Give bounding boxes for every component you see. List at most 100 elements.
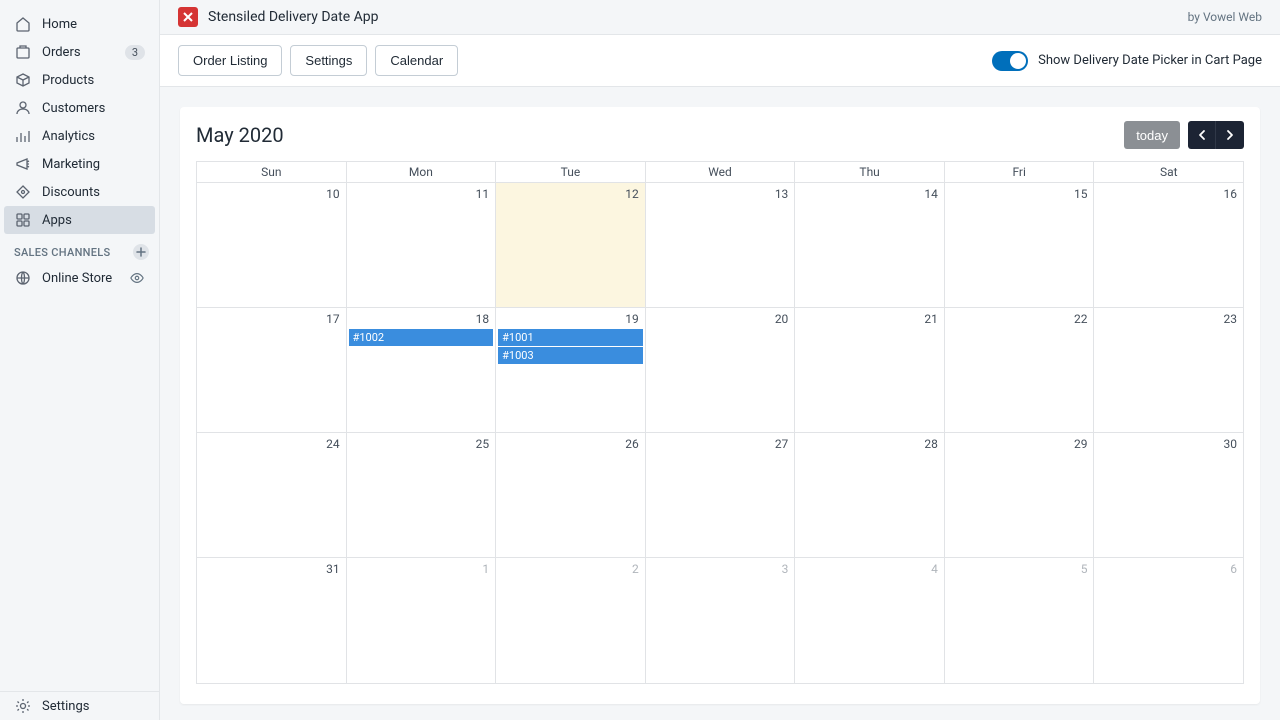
app-icon [178, 7, 198, 27]
sales-channels-label: SALES CHANNELS [14, 246, 111, 259]
store-icon [14, 269, 32, 287]
calendar-date: 1 [349, 560, 494, 578]
calendar-date: 21 [797, 310, 942, 328]
calendar-date: 26 [498, 435, 643, 453]
topbar: Stensiled Delivery Date App by Vowel Web [160, 0, 1280, 34]
calendar-date: 2 [498, 560, 643, 578]
calendar-date: 5 [947, 560, 1092, 578]
calendar-date: 6 [1096, 560, 1241, 578]
calendar-week: 10111213141516 [197, 183, 1243, 308]
calendar-cell[interactable]: 20 [646, 308, 796, 432]
prev-month-button[interactable] [1188, 121, 1216, 149]
analytics-icon [14, 127, 32, 145]
calendar-cell[interactable]: 21 [795, 308, 945, 432]
calendar-event[interactable]: #1003 [498, 347, 643, 364]
sidebar-item-marketing[interactable]: Marketing [4, 150, 155, 178]
add-channel-icon[interactable] [133, 244, 149, 260]
calendar-grid: SunMonTueWedThuFriSat 101112131415161718… [196, 161, 1244, 684]
calendar-cell[interactable]: 24 [197, 433, 347, 557]
calendar-cell[interactable]: 23 [1094, 308, 1243, 432]
delivery-date-toggle[interactable] [992, 51, 1028, 71]
calendar-date: 25 [349, 435, 494, 453]
products-icon [14, 71, 32, 89]
calendar-title: May 2020 [196, 123, 1124, 147]
calendar-cell[interactable]: 13 [646, 183, 796, 307]
sidebar-item-label: Products [42, 73, 145, 88]
sidebar-item-apps[interactable]: Apps [4, 206, 155, 234]
sidebar-item-discounts[interactable]: Discounts [4, 178, 155, 206]
sidebar-item-customers[interactable]: Customers [4, 94, 155, 122]
calendar-week: 1718#100219#1001#10032021 2223 [197, 308, 1243, 433]
calendar-cell[interactable]: 15 [945, 183, 1095, 307]
calendar-cell[interactable]: 28 [795, 433, 945, 557]
day-header-fri: Fri [945, 162, 1095, 182]
calendar-date: 16 [1096, 185, 1241, 203]
calendar-cell[interactable]: 22 [945, 308, 1095, 432]
calendar-week: 31123456 [197, 558, 1243, 683]
sidebar-item-label: Settings [42, 699, 145, 714]
calendar-cell[interactable]: 10 [197, 183, 347, 307]
calendar-cell[interactable]: 11 [347, 183, 497, 307]
next-month-button[interactable] [1216, 121, 1244, 149]
day-header-mon: Mon [347, 162, 497, 182]
orders-badge: 3 [125, 45, 145, 60]
calendar-cell[interactable]: 31 [197, 558, 347, 683]
calendar-button[interactable]: Calendar [375, 45, 458, 76]
sidebar-item-home[interactable]: Home [4, 10, 155, 38]
sidebar-item-products[interactable]: Products [4, 66, 155, 94]
calendar-cell[interactable]: 14 [795, 183, 945, 307]
marketing-icon [14, 155, 32, 173]
calendar-cell[interactable]: 17 [197, 308, 347, 432]
day-header-sat: Sat [1094, 162, 1243, 182]
sidebar-item-settings[interactable]: Settings [4, 692, 155, 720]
calendar-cell[interactable]: 5 [945, 558, 1095, 683]
calendar-date: 13 [648, 185, 793, 203]
today-button[interactable]: today [1124, 121, 1180, 149]
sidebar-item-analytics[interactable]: Analytics [4, 122, 155, 150]
sales-channels-header: SALES CHANNELS [0, 234, 159, 264]
customers-icon [14, 99, 32, 117]
sidebar-item-label: Customers [42, 101, 145, 116]
calendar-cell[interactable]: 18#1002 [347, 308, 497, 432]
calendar-date: 3 [648, 560, 793, 578]
sidebar-item-label: Orders [42, 45, 125, 60]
gear-icon [14, 697, 32, 715]
order-listing-button[interactable]: Order Listing [178, 45, 282, 76]
calendar-date: 22 [947, 310, 1092, 328]
calendar-cell[interactable]: 3 [646, 558, 796, 683]
sidebar-item-orders[interactable]: Orders3 [4, 38, 155, 66]
settings-button[interactable]: Settings [290, 45, 367, 76]
calendar-cell[interactable]: 27 [646, 433, 796, 557]
calendar-date: 28 [797, 435, 942, 453]
apps-icon [14, 211, 32, 229]
calendar-cell[interactable]: 16 [1094, 183, 1243, 307]
calendar-date: 4 [797, 560, 942, 578]
calendar-cell[interactable]: 30 [1094, 433, 1243, 557]
orders-icon [14, 43, 32, 61]
day-header-wed: Wed [646, 162, 796, 182]
calendar-card: May 2020 today Sun [180, 107, 1260, 704]
by-text: by Vowel Web [1188, 10, 1262, 24]
calendar-event[interactable]: #1001 [498, 329, 643, 346]
calendar-cell[interactable]: 1 [347, 558, 497, 683]
calendar-date: 29 [947, 435, 1092, 453]
calendar-date: 30 [1096, 435, 1241, 453]
calendar-event[interactable]: #1002 [349, 329, 494, 346]
calendar-date: 23 [1096, 310, 1241, 328]
calendar-cell[interactable]: 29 [945, 433, 1095, 557]
calendar-cell[interactable]: 4 [795, 558, 945, 683]
sidebar-item-online-store[interactable]: Online Store [4, 264, 155, 292]
calendar-cell[interactable]: 25 [347, 433, 497, 557]
calendar-cell[interactable]: 12 [496, 183, 646, 307]
calendar-cell[interactable]: 6 [1094, 558, 1243, 683]
calendar-cell[interactable]: 19#1001#1003 [496, 308, 646, 432]
calendar-cell[interactable]: 26 [496, 433, 646, 557]
calendar-cell[interactable]: 2 [496, 558, 646, 683]
view-store-icon[interactable] [129, 270, 145, 286]
discounts-icon [14, 183, 32, 201]
sidebar-item-label: Apps [42, 213, 145, 228]
sidebar-item-label: Analytics [42, 129, 145, 144]
toggle-knob [1010, 53, 1026, 69]
calendar-date: 20 [648, 310, 793, 328]
calendar-date: 15 [947, 185, 1092, 203]
